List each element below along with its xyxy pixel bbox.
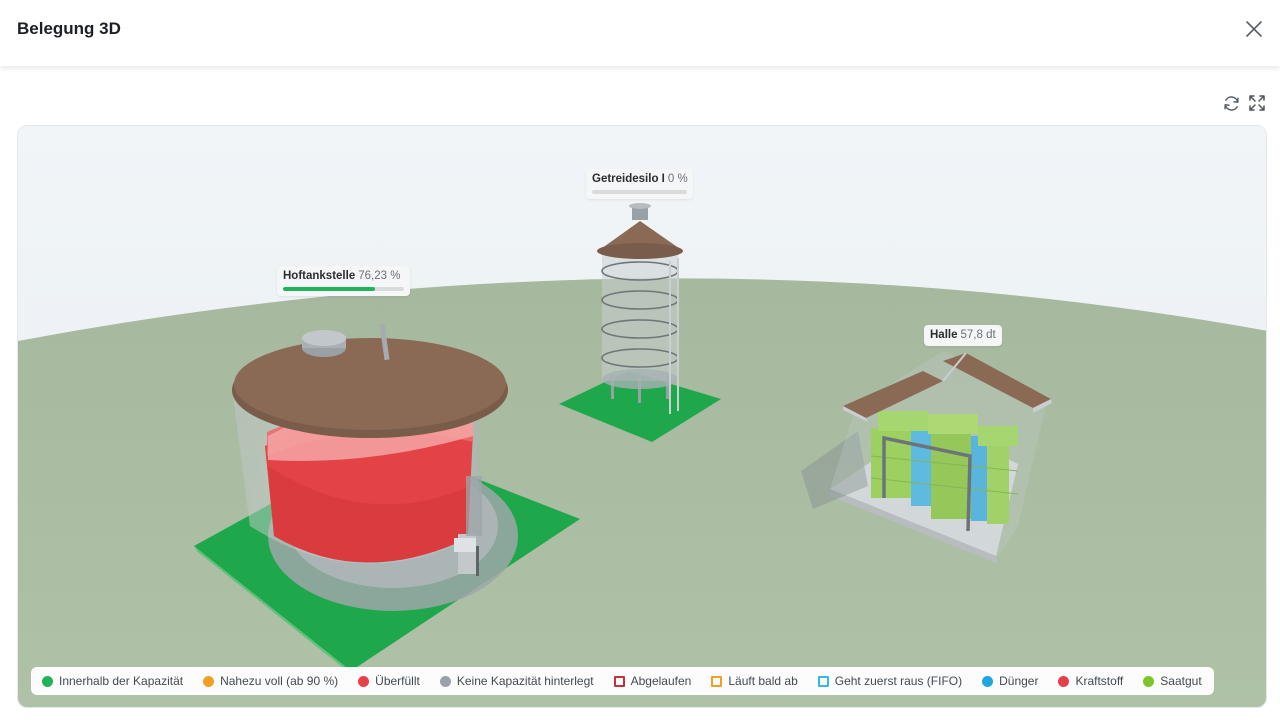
- hall-label[interactable]: Halle 57,8 dt: [924, 325, 1002, 346]
- legend-dot: [42, 675, 53, 687]
- legend-dot: [203, 675, 215, 687]
- dialog-title: Belegung 3D: [17, 19, 121, 38]
- tank-progress-track: [283, 287, 404, 291]
- fullscreen-icon: [1249, 95, 1265, 111]
- legend-dot: [1143, 675, 1155, 687]
- legend-item-fuel: Kraftstoff: [1058, 674, 1123, 688]
- hall-label-value: 57,8 dt: [960, 329, 996, 341]
- tank-progress-fill: [283, 287, 376, 291]
- legend-dot: [1058, 675, 1070, 687]
- silo-progress-track: [592, 190, 687, 194]
- legend-dot: [982, 675, 994, 687]
- legend-item-overfilled: Überfüllt: [358, 674, 420, 688]
- legend-item-within-capacity: Innerhalb der Kapazität: [42, 674, 183, 688]
- close-button[interactable]: [1240, 15, 1268, 43]
- legend-item-expired: Abgelaufen: [613, 674, 691, 688]
- silo-label-value: 0 %: [667, 173, 688, 185]
- 3d-viewport[interactable]: Hoftankstelle 76,23 % Getreidesilo I0 % H…: [17, 125, 1267, 708]
- refresh-button[interactable]: [1220, 92, 1242, 114]
- silo-label[interactable]: Getreidesilo I0 %: [586, 169, 693, 199]
- legend-square: [613, 675, 625, 687]
- legend-item-seed: Saatgut: [1143, 674, 1202, 688]
- tank-label[interactable]: Hoftankstelle 76,23 %: [277, 266, 410, 296]
- legend-item-nearly-full: Nahezu voll (ab 90 %): [203, 674, 338, 688]
- legend-item-fifo: Geht zuerst raus (FIFO): [817, 674, 962, 688]
- close-icon: [1246, 21, 1262, 37]
- legend-dot: [439, 675, 451, 687]
- 3d-scene[interactable]: [18, 126, 1267, 708]
- hall-label-name: Halle: [930, 329, 958, 341]
- fullscreen-button[interactable]: [1246, 92, 1268, 114]
- legend-item-expiring-soon: Läuft bald ab: [711, 674, 798, 688]
- silo-body: [602, 251, 678, 381]
- tank-label-value: 76,23 %: [358, 270, 401, 282]
- legend-item-no-capacity: Keine Kapazität hinterlegt: [439, 674, 594, 688]
- dialog-header: Belegung 3D: [0, 0, 1280, 66]
- legend-square: [711, 675, 723, 687]
- silo-label-name: Getreidesilo I: [592, 173, 665, 185]
- legend-item-fertilizer: Dünger: [982, 674, 1038, 688]
- legend-square: [817, 675, 829, 687]
- legend: Innerhalb der Kapazität Nahezu voll (ab …: [31, 667, 1214, 695]
- legend-dot: [358, 675, 370, 687]
- tank-label-name: Hoftankstelle: [283, 270, 356, 282]
- refresh-icon: [1223, 95, 1239, 111]
